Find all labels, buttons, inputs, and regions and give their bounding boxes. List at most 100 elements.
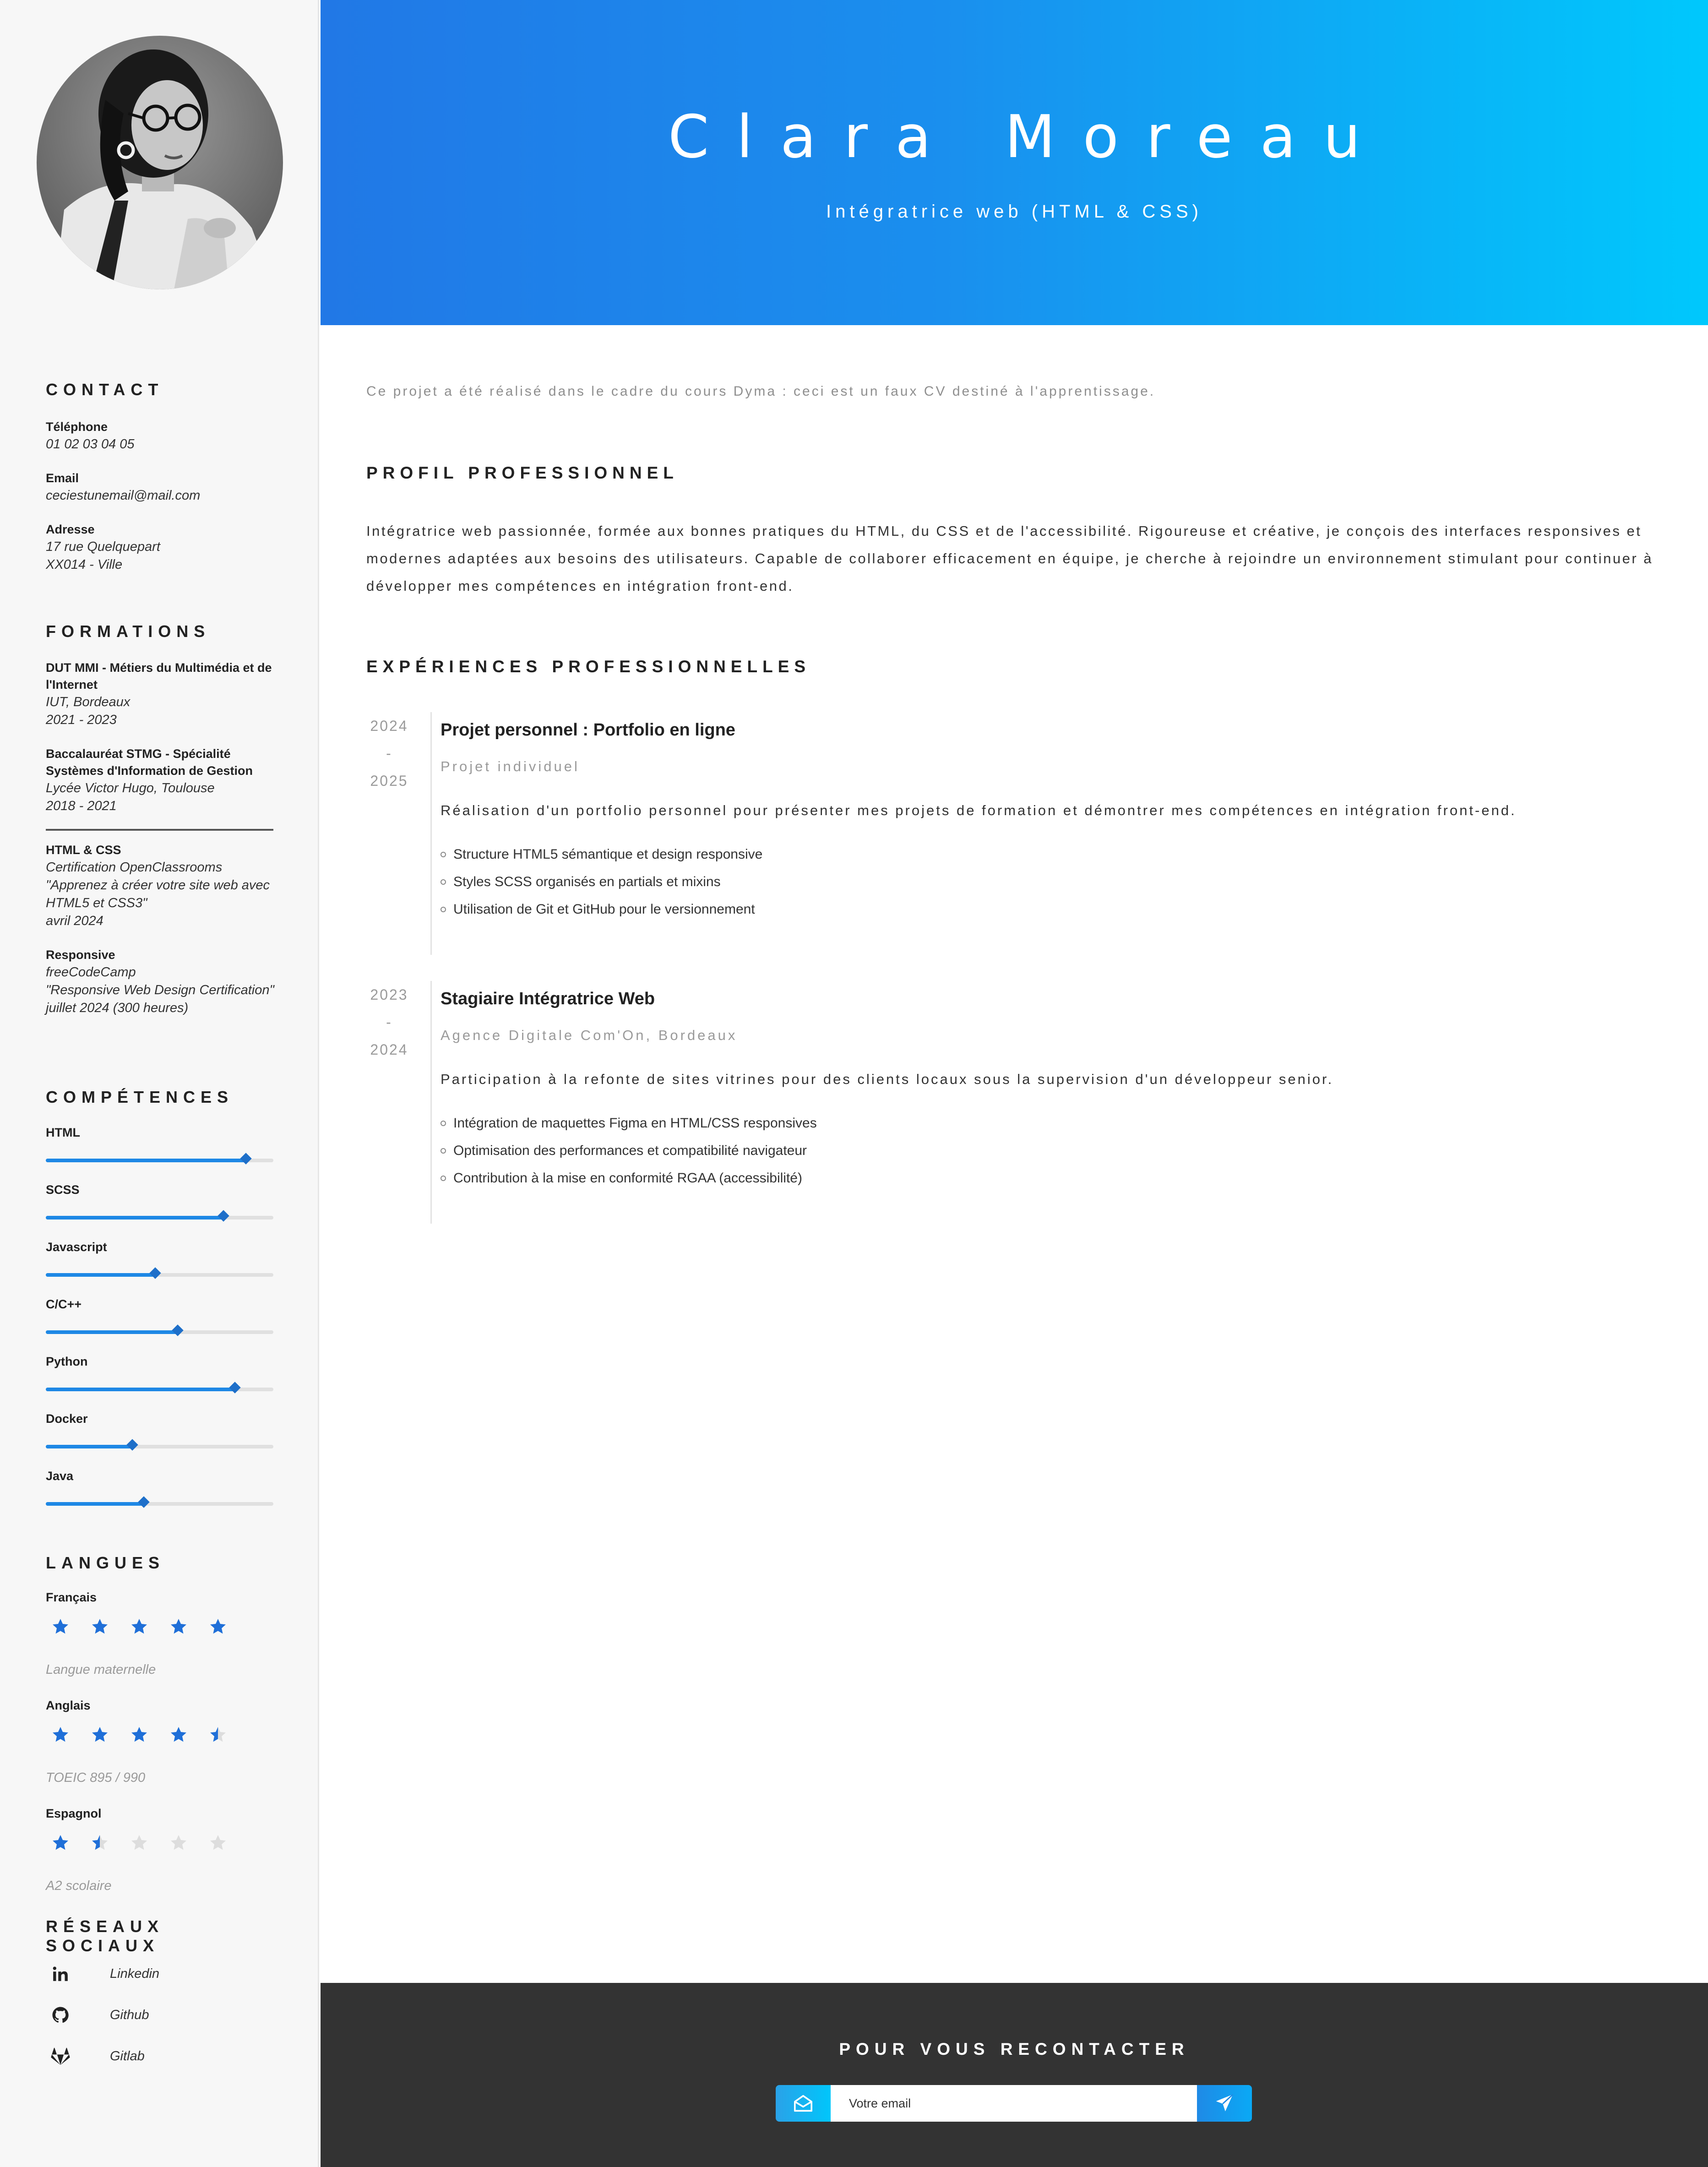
contact-value: XX014 - Ville xyxy=(46,557,123,572)
contact-phone: Téléphone 01 02 03 04 05 xyxy=(46,419,275,453)
skill-bar xyxy=(46,1210,273,1222)
skill-bar-fill xyxy=(46,1502,144,1506)
skill-item: HTML xyxy=(46,1124,273,1165)
langues-title: LANGUES xyxy=(46,1553,165,1572)
star-icon xyxy=(209,1726,227,1744)
contact-label: Téléphone xyxy=(46,420,108,434)
star-icon xyxy=(169,1617,188,1636)
timeline-line xyxy=(430,981,432,1224)
language-name: Anglais xyxy=(46,1699,91,1712)
skill-item: Javascript xyxy=(46,1239,273,1279)
formation-item: DUT MMI - Métiers du Multimédia et de l'… xyxy=(46,659,275,729)
contact-email: Email ceciestunemail@mail.com xyxy=(46,470,275,505)
language-rating xyxy=(51,1726,227,1753)
competences-title: COMPÉTENCES xyxy=(46,1088,234,1106)
note-text: Ce projet a été réalisé dans le cadre du… xyxy=(366,384,1156,399)
experiences-title: EXPÉRIENCES PROFESSIONNELLES xyxy=(366,657,811,676)
skill-item: SCSS xyxy=(46,1182,273,1222)
footer-title: POUR VOUS RECONTACTER xyxy=(839,2040,1190,2058)
language-name: Espagnol xyxy=(46,1807,102,1820)
skill-level-marker xyxy=(172,1324,184,1336)
experience-bullets: Structure HTML5 sémantique et design res… xyxy=(441,841,1659,923)
skill-item: Python xyxy=(46,1353,273,1394)
bullet-text: Utilisation de Git et GitHub pour le ver… xyxy=(453,902,755,917)
skill-bar xyxy=(46,1267,273,1279)
year-end: 2025 xyxy=(370,773,408,789)
bullet-item: Utilisation de Git et GitHub pour le ver… xyxy=(441,896,1659,923)
formation-line: Lycée Victor Hugo, Toulouse xyxy=(46,781,215,795)
experience-title: Projet personnel : Portfolio en ligne xyxy=(441,720,735,740)
bullet-text: Optimisation des performances et compati… xyxy=(453,1143,807,1158)
skill-bar-fill xyxy=(46,1159,246,1162)
skill-bar xyxy=(46,1324,273,1336)
profil-section: PROFIL PROFESSIONNEL Intégratrice web pa… xyxy=(366,463,1667,600)
skill-name: SCSS xyxy=(46,1183,80,1197)
language-rating xyxy=(51,1617,227,1645)
formation-title: HTML & CSS xyxy=(46,843,121,857)
experience-body: Projet personnel : Portfolio en ligne Pr… xyxy=(441,720,1659,923)
formation-line: IUT, Bordeaux xyxy=(46,695,131,709)
bullet-item: Structure HTML5 sémantique et design res… xyxy=(441,841,1659,868)
skill-item: C/C++ xyxy=(46,1296,273,1336)
profile-photo xyxy=(37,36,283,289)
send-button[interactable] xyxy=(1197,2085,1252,2122)
year-separator: - xyxy=(386,745,392,762)
skill-bar xyxy=(46,1382,273,1394)
envelope-icon xyxy=(776,2085,831,2122)
formation-title: DUT MMI - Métiers du Multimédia et de l'… xyxy=(46,661,272,691)
bullet-item: Contribution à la mise en conformité RGA… xyxy=(441,1165,1659,1192)
skill-bar-fill xyxy=(46,1445,132,1448)
formation-title: Responsive xyxy=(46,948,115,962)
language-note: Langue maternelle xyxy=(46,1662,156,1677)
experience-bullets: Intégration de maquettes Figma en HTML/C… xyxy=(441,1110,1659,1192)
star-icon xyxy=(130,1726,148,1744)
gitlab-icon xyxy=(50,2046,71,2066)
bullet-item: Intégration de maquettes Figma en HTML/C… xyxy=(441,1110,1659,1137)
job-title: Intégratrice web (HTML & CSS) xyxy=(826,201,1202,222)
bullet-text: Structure HTML5 sémantique et design res… xyxy=(453,847,763,862)
star-icon xyxy=(51,1834,70,1852)
reseaux-section: RÉSEAUX SOCIAUX xyxy=(46,1917,275,1955)
timeline-line xyxy=(430,712,432,955)
star-icon xyxy=(51,1617,70,1636)
skill-level-marker xyxy=(217,1210,229,1222)
experience-title: Stagiaire Intégratrice Web xyxy=(441,989,655,1008)
sidebar: CONTACT Téléphone 01 02 03 04 05 Email c… xyxy=(0,0,319,2167)
reseaux-title: RÉSEAUX SOCIAUX xyxy=(46,1917,164,1955)
formation-line: 2018 - 2021 xyxy=(46,799,117,813)
experience-description: Réalisation d'un portfolio personnel pou… xyxy=(441,802,1517,818)
year-separator: - xyxy=(386,1014,392,1030)
star-icon xyxy=(209,1834,227,1852)
skill-bar-fill xyxy=(46,1216,223,1220)
experiences-section: EXPÉRIENCES PROFESSIONNELLES xyxy=(366,657,1667,676)
bullet-dot xyxy=(441,852,446,857)
bullet-item: Optimisation des performances et compati… xyxy=(441,1137,1659,1165)
email-form xyxy=(776,2085,1252,2122)
language-name: Français xyxy=(46,1590,97,1604)
star-icon xyxy=(169,1726,188,1744)
formation-divider xyxy=(46,829,273,831)
social-linkedin[interactable]: Linkedin xyxy=(50,1960,159,1987)
skill-level-marker xyxy=(240,1153,252,1165)
star-icon xyxy=(130,1617,148,1636)
linkedin-icon xyxy=(50,1964,71,1984)
bullet-text: Styles SCSS organisés en partials et mix… xyxy=(453,874,721,889)
skill-name: Docker xyxy=(46,1412,88,1426)
skill-name: C/C++ xyxy=(46,1297,82,1311)
email-input[interactable] xyxy=(831,2085,1197,2122)
year-start: 2024 xyxy=(370,718,408,734)
skill-bar-fill xyxy=(46,1273,155,1277)
skill-level-marker xyxy=(137,1496,150,1508)
social-gitlab[interactable]: Gitlab xyxy=(50,2042,145,2070)
skill-level-marker xyxy=(149,1267,161,1279)
social-github[interactable]: Github xyxy=(50,2001,149,2029)
skill-item: Java xyxy=(46,1468,273,1508)
formations-section: FORMATIONS DUT MMI - Métiers du Multiméd… xyxy=(46,622,275,1017)
github-icon xyxy=(50,2005,71,2025)
skill-bar xyxy=(46,1153,273,1165)
skill-bar xyxy=(46,1439,273,1451)
formation-line: "Responsive Web Design Certification" xyxy=(46,983,274,997)
profil-text: Intégratrice web passionnée, formée aux … xyxy=(366,523,1654,594)
skill-level-marker xyxy=(228,1382,241,1394)
skill-name: Javascript xyxy=(46,1240,107,1254)
